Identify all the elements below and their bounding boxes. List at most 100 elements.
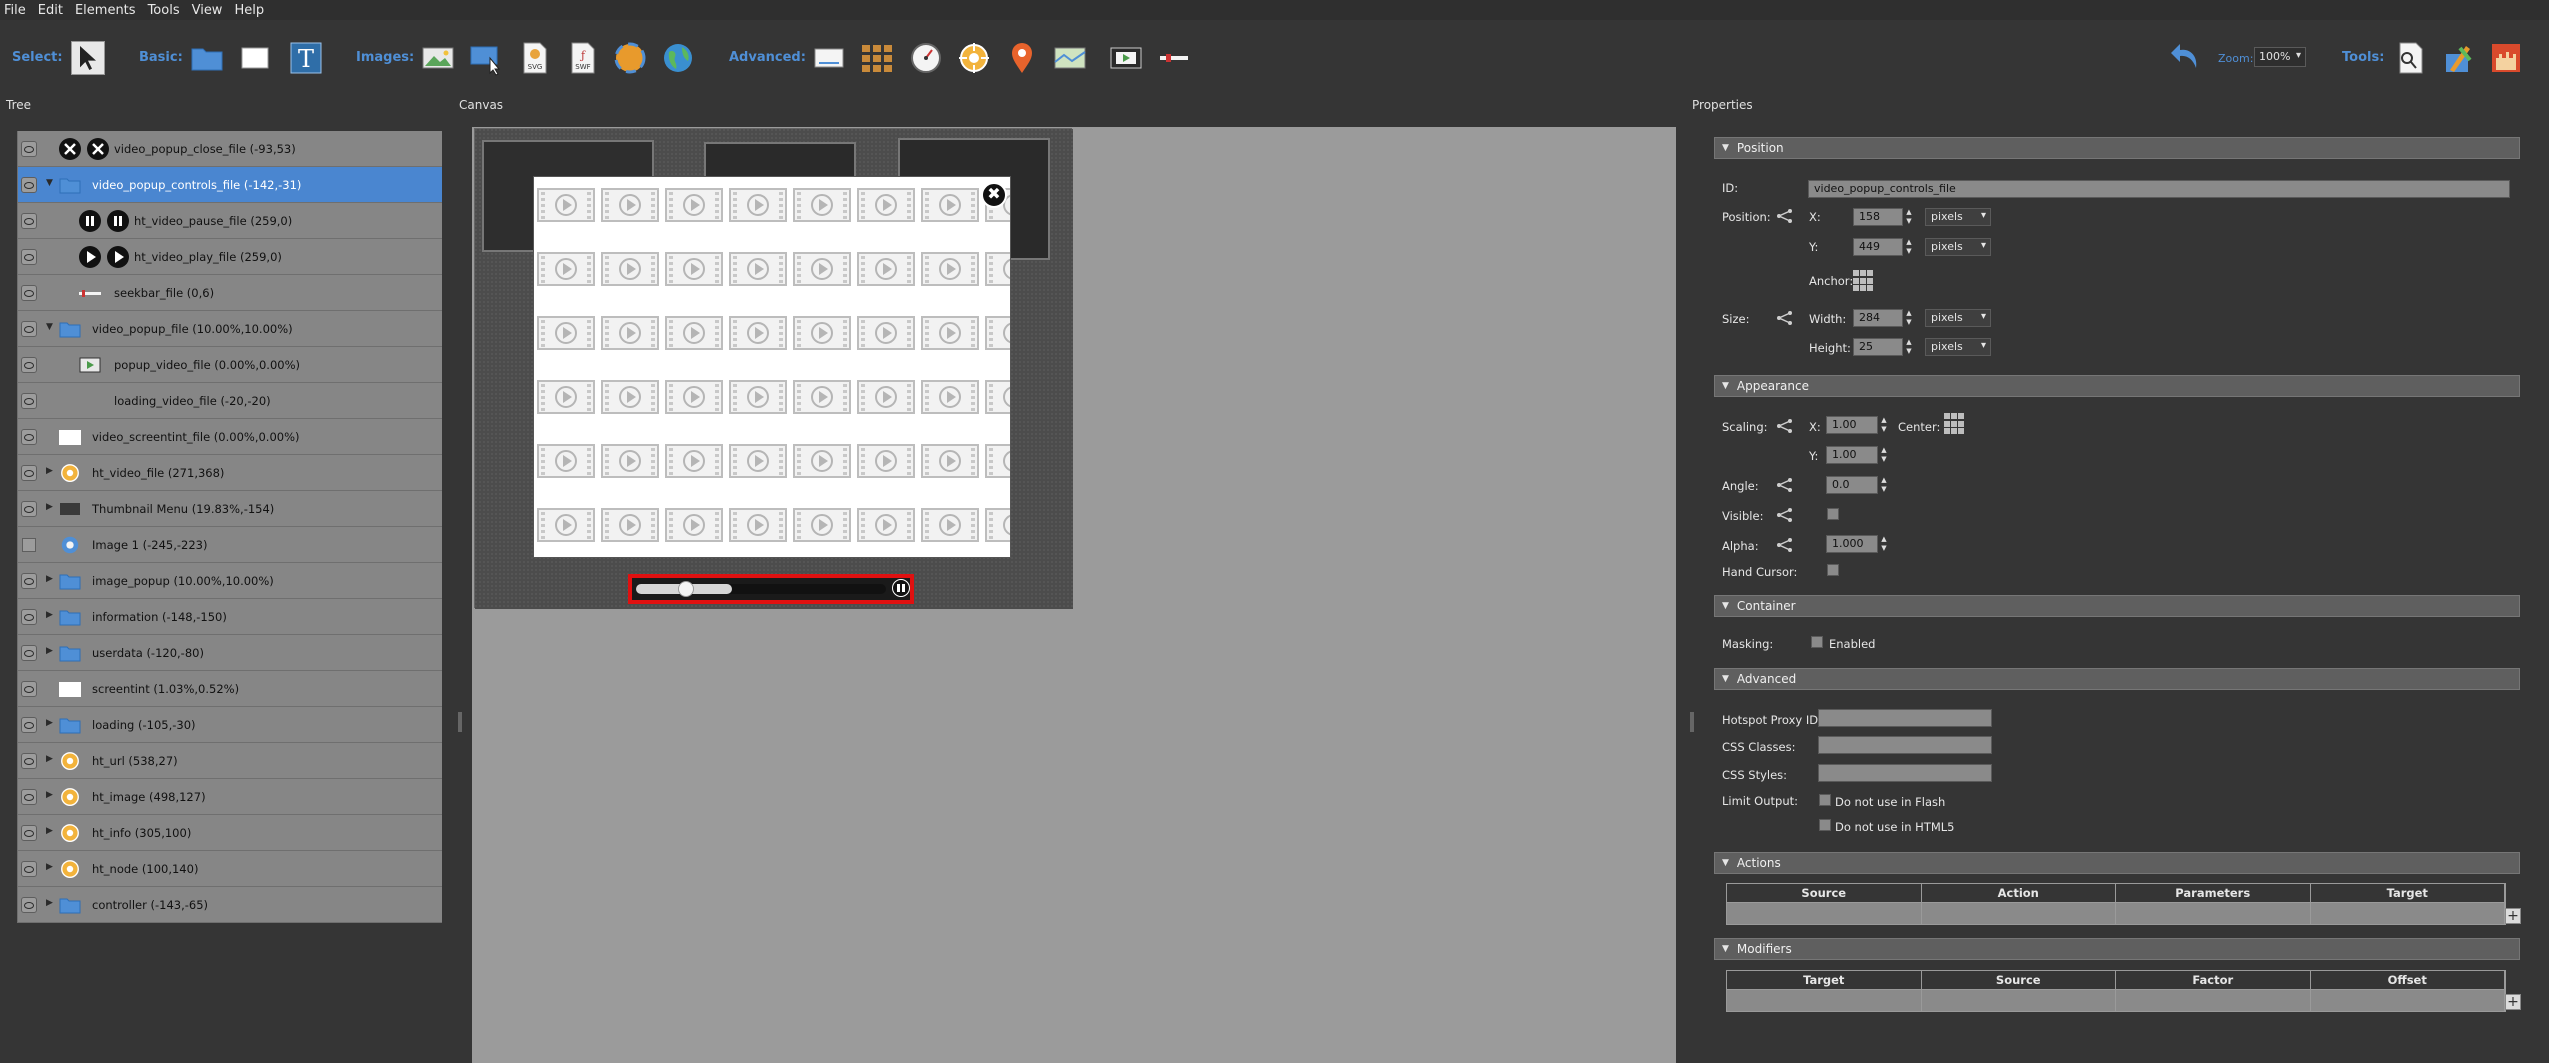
tree-row[interactable]: ▼ video_popup_file (10.00%,10.00%) <box>17 311 442 347</box>
center-grid[interactable] <box>1944 413 1966 435</box>
angle-spinner[interactable]: ▲ ▼ <box>1879 476 1889 494</box>
link-share-icon[interactable] <box>1775 208 1795 224</box>
link-share-icon[interactable] <box>1775 507 1795 523</box>
height-unit-dropdown[interactable]: pixels <box>1925 338 1991 356</box>
add-swf-button[interactable]: ƒ SWF <box>562 38 602 78</box>
modifiers-col-factor[interactable]: Factor <box>2116 971 2311 989</box>
popup-close-button[interactable]: ✖ <box>981 182 1007 208</box>
tree-row[interactable]: seekbar_file (0,6) <box>17 275 442 311</box>
masking-checkbox[interactable] <box>1811 636 1823 648</box>
add-modifier-button[interactable]: + <box>2505 994 2521 1010</box>
expand-arrow-icon[interactable]: ▶ <box>46 466 53 476</box>
video-thumbnail-icon[interactable] <box>729 316 787 350</box>
eye-icon[interactable] <box>21 753 37 769</box>
advanced-section-header[interactable]: ▼ Advanced <box>1714 668 2520 690</box>
video-thumbnail-icon[interactable] <box>665 316 723 350</box>
actions-col-source[interactable]: Source <box>1727 884 1922 902</box>
tree-row[interactable]: ▶ controller (-143,-65) <box>17 887 442 923</box>
eye-icon[interactable] <box>21 285 37 301</box>
tree-row[interactable]: ▶ ht_info (305,100) <box>17 815 442 851</box>
expand-arrow-icon[interactable]: ▶ <box>46 718 53 728</box>
css-styles-input[interactable] <box>1818 764 1992 782</box>
add-panorama-button[interactable] <box>610 38 650 78</box>
tree-row[interactable]: loading_video_file (-20,-20) <box>17 383 442 419</box>
anchor-grid[interactable] <box>1853 270 1875 292</box>
scale-x-spinner[interactable]: ▲ ▼ <box>1879 416 1889 434</box>
menu-help[interactable]: Help <box>228 3 270 18</box>
expand-arrow-icon[interactable]: ▶ <box>46 826 53 836</box>
video-thumbnail-icon[interactable] <box>537 188 595 222</box>
canvas-properties-splitter[interactable] <box>1690 712 1694 732</box>
eye-icon[interactable] <box>21 897 37 913</box>
video-thumbnail-icon[interactable] <box>537 252 595 286</box>
appearance-section-header[interactable]: ▼ Appearance <box>1714 375 2520 397</box>
add-slider-button[interactable] <box>1154 38 1194 78</box>
expand-arrow-icon[interactable]: ▶ <box>46 790 53 800</box>
menu-tools[interactable]: Tools <box>142 3 186 18</box>
select-tool-button[interactable] <box>68 38 108 78</box>
video-thumbnail-icon[interactable] <box>793 252 851 286</box>
width-input[interactable]: 284 <box>1853 309 1903 327</box>
menu-edit[interactable]: Edit <box>32 3 69 18</box>
actions-section-header[interactable]: ▼ Actions <box>1714 852 2520 874</box>
eye-icon[interactable] <box>21 789 37 805</box>
zoom-dropdown[interactable]: 100% <box>2254 47 2306 67</box>
add-compass-button[interactable] <box>906 38 946 78</box>
eye-icon[interactable] <box>21 393 37 409</box>
expand-arrow-icon[interactable]: ▶ <box>46 898 53 908</box>
width-spinner[interactable]: ▲ ▼ <box>1904 309 1914 327</box>
video-thumbnail-icon[interactable] <box>857 380 915 414</box>
link-share-icon[interactable] <box>1775 418 1795 434</box>
eye-icon[interactable] <box>21 861 37 877</box>
modifiers-table[interactable]: Target Source Factor Offset <box>1726 970 2506 1012</box>
height-input[interactable]: 25 <box>1853 338 1903 356</box>
no-html5-checkbox[interactable] <box>1819 819 1831 831</box>
eye-icon[interactable] <box>21 177 37 193</box>
x-input[interactable]: 158 <box>1853 208 1903 226</box>
add-hotspot-button[interactable] <box>954 38 994 78</box>
x-unit-dropdown[interactable]: pixels <box>1925 208 1991 226</box>
video-thumbnail-icon[interactable] <box>729 444 787 478</box>
eye-icon[interactable] <box>21 645 37 661</box>
video-thumbnail-icon[interactable] <box>857 444 915 478</box>
menu-view[interactable]: View <box>186 3 229 18</box>
video-thumbnail-icon[interactable] <box>729 188 787 222</box>
tree-row[interactable]: ▶ ht_video_file (271,368) <box>17 455 442 491</box>
tree-row[interactable]: ▶ information (-148,-150) <box>17 599 442 635</box>
video-thumbnail-icon[interactable] <box>985 508 1011 542</box>
video-thumbnail-icon[interactable] <box>921 380 979 414</box>
visibility-checkbox[interactable] <box>22 538 36 552</box>
add-rectangle-button[interactable] <box>235 38 275 78</box>
video-thumbnail-icon[interactable] <box>985 316 1011 350</box>
video-pause-button[interactable] <box>892 579 910 597</box>
add-video-player-button[interactable] <box>1106 38 1146 78</box>
scale-x-input[interactable]: 1.00 <box>1826 416 1878 434</box>
modifiers-col-target[interactable]: Target <box>1727 971 1922 989</box>
eye-icon[interactable] <box>21 213 37 229</box>
link-share-icon[interactable] <box>1775 477 1795 493</box>
video-thumbnail-icon[interactable] <box>601 508 659 542</box>
video-thumbnail-icon[interactable] <box>601 444 659 478</box>
add-container-button[interactable] <box>187 38 227 78</box>
undo-button[interactable] <box>2166 34 2206 74</box>
add-image-button-hover[interactable] <box>466 38 506 78</box>
video-thumbnail-icon[interactable] <box>857 188 915 222</box>
eye-icon[interactable] <box>21 681 37 697</box>
video-thumbnail-icon[interactable] <box>601 252 659 286</box>
video-popup-thumbnail-grid[interactable]: ✖ <box>533 176 1011 558</box>
video-thumbnail-icon[interactable] <box>729 508 787 542</box>
add-cloner-button[interactable] <box>857 38 897 78</box>
actions-col-parameters[interactable]: Parameters <box>2116 884 2311 902</box>
height-spinner[interactable]: ▲ ▼ <box>1904 338 1914 356</box>
video-thumbnail-icon[interactable] <box>729 380 787 414</box>
search-tool-button[interactable] <box>2390 38 2430 78</box>
tree-row[interactable]: video_screentint_file (0.00%,0.00%) <box>17 419 442 455</box>
video-popup-controls[interactable] <box>628 574 914 604</box>
video-thumbnail-icon[interactable] <box>665 508 723 542</box>
alpha-spinner[interactable]: ▲ ▼ <box>1879 535 1889 553</box>
video-thumbnail-icon[interactable] <box>601 188 659 222</box>
scale-y-spinner[interactable]: ▲ ▼ <box>1879 446 1889 464</box>
skin-editor-button[interactable] <box>2438 38 2478 78</box>
css-classes-input[interactable] <box>1818 736 1992 754</box>
eye-icon[interactable] <box>21 141 37 157</box>
